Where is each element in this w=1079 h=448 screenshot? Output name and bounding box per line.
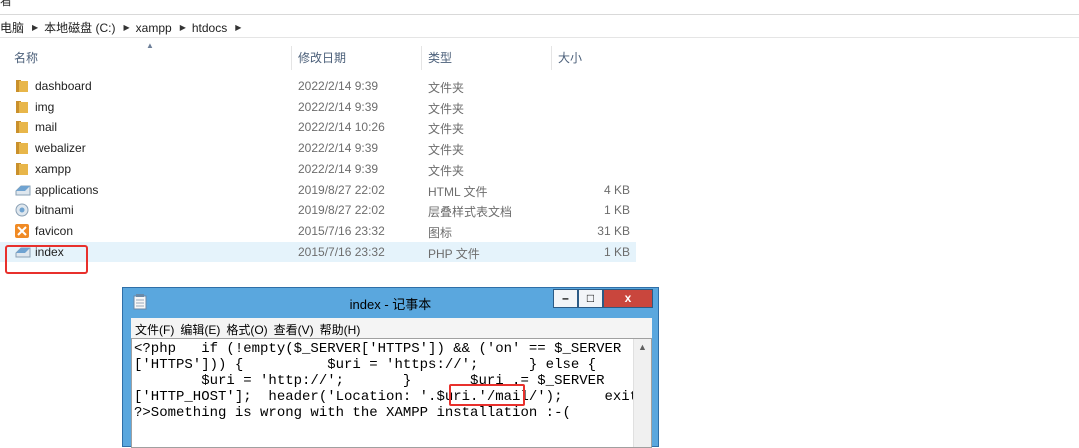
file-row[interactable]: index 2015/7/16 23:32 PHP 文件 1 KB bbox=[0, 241, 636, 262]
file-row[interactable]: bitnami 2019/8/27 22:02 层叠样式表文档 1 KB bbox=[0, 200, 636, 220]
menu-edit[interactable]: 编辑(E) bbox=[176, 318, 222, 338]
notepad-titlebar[interactable]: index - 记事本 – □ x bbox=[123, 288, 658, 316]
file-date: 2015/7/16 23:32 bbox=[298, 223, 385, 238]
file-name: img bbox=[35, 99, 55, 114]
window-title-fragment: 看 bbox=[0, 0, 13, 8]
notepad-menubar: 文件(F) 编辑(E) 格式(O) 查看(V) 帮助(H) bbox=[131, 318, 652, 338]
breadcrumb-item[interactable]: htdocs bbox=[192, 21, 231, 35]
notepad-window: index - 记事本 – □ x 文件(F) 编辑(E) 格式(O) 查看(V) 帮助… bbox=[122, 287, 659, 448]
file-size: 1 KB bbox=[603, 203, 630, 218]
file-name: xampp bbox=[35, 161, 72, 176]
breadcrumb-item[interactable]: xampp bbox=[136, 21, 176, 35]
file-row[interactable]: mail 2022/2/14 10:26 文件夹 bbox=[0, 117, 636, 137]
file-type: 文件夹 bbox=[428, 143, 465, 158]
minimize-button[interactable]: – bbox=[553, 289, 578, 308]
notepad-content[interactable]: <?php if (!empty($_SERVER['HTTPS']) && (… bbox=[134, 341, 646, 421]
file-row[interactable]: xampp 2022/2/14 9:39 文件夹 bbox=[0, 159, 636, 179]
file-row[interactable]: dashboard 2022/2/14 9:39 文件夹 bbox=[0, 76, 636, 96]
file-row[interactable]: applications 2019/8/27 22:02 HTML 文件 4 KB bbox=[0, 180, 636, 200]
file-type: 文件夹 bbox=[428, 122, 465, 137]
column-header-row: ▲ 名称 修改日期 类型 大小 bbox=[0, 41, 640, 70]
file-type: PHP 文件 bbox=[428, 246, 480, 261]
chevron-right-icon[interactable]: ▶ bbox=[176, 23, 192, 32]
menu-format[interactable]: 格式(O) bbox=[222, 318, 269, 338]
file-type: 文件夹 bbox=[428, 163, 465, 178]
css-file-icon bbox=[15, 203, 29, 217]
file-size: 31 KB bbox=[597, 223, 630, 238]
file-date: 2019/8/27 22:02 bbox=[298, 203, 385, 218]
file-name: webalizer bbox=[35, 141, 86, 156]
file-row[interactable]: favicon 2015/7/16 23:32 图标 31 KB bbox=[0, 221, 636, 241]
file-size: 4 KB bbox=[603, 182, 630, 197]
file-date: 2015/7/16 23:32 bbox=[298, 244, 385, 259]
vertical-scrollbar[interactable]: ▲ bbox=[633, 339, 651, 447]
file-row[interactable]: img 2022/2/14 9:39 文件夹 bbox=[0, 97, 636, 117]
file-size: 1 KB bbox=[603, 244, 630, 259]
column-header-type[interactable]: 类型 bbox=[422, 46, 552, 70]
file-type: 文件夹 bbox=[428, 81, 465, 95]
file-type: 图标 bbox=[428, 225, 453, 240]
column-header-name[interactable]: 名称 bbox=[8, 46, 292, 70]
file-name: bitnami bbox=[35, 203, 74, 218]
breadcrumb: 电脑 ▶ 本地磁盘 (C:) ▶ xampp ▶ htdocs ▶ bbox=[0, 19, 247, 36]
file-date: 2019/8/27 22:02 bbox=[298, 182, 385, 197]
breadcrumb-item[interactable]: 本地磁盘 (C:) bbox=[44, 19, 119, 36]
file-row[interactable]: webalizer 2022/2/14 9:39 文件夹 bbox=[0, 138, 636, 158]
file-name: applications bbox=[35, 182, 99, 197]
file-type: 层叠样式表文档 bbox=[428, 205, 513, 220]
breadcrumb-item[interactable]: 电脑 bbox=[0, 19, 28, 36]
folder-icon bbox=[15, 141, 29, 155]
highlight-box-mail-path bbox=[449, 384, 525, 406]
file-type: 文件夹 bbox=[428, 101, 465, 116]
folder-icon bbox=[15, 120, 29, 134]
xampp-ico-icon bbox=[15, 223, 29, 238]
column-header-size[interactable]: 大小 bbox=[552, 46, 640, 70]
file-date: 2022/2/14 9:39 bbox=[298, 141, 379, 156]
file-date: 2022/2/14 10:26 bbox=[298, 120, 385, 135]
column-header-date[interactable]: 修改日期 bbox=[292, 46, 422, 70]
notepad-text-area[interactable]: <?php if (!empty($_SERVER['HTTPS']) && (… bbox=[131, 338, 652, 448]
menu-view[interactable]: 查看(V) bbox=[270, 318, 316, 338]
file-date: 2022/2/14 9:39 bbox=[298, 99, 379, 114]
maximize-button[interactable]: □ bbox=[578, 289, 603, 308]
folder-icon bbox=[15, 79, 29, 93]
file-date: 2022/2/14 9:39 bbox=[298, 79, 379, 93]
file-date: 2022/2/14 9:39 bbox=[298, 161, 379, 176]
file-name: mail bbox=[35, 120, 58, 135]
folder-icon bbox=[15, 162, 29, 176]
html-file-icon bbox=[15, 183, 31, 197]
chevron-right-icon[interactable]: ▶ bbox=[231, 23, 247, 32]
close-button[interactable]: x bbox=[603, 289, 653, 308]
chevron-right-icon[interactable]: ▶ bbox=[120, 23, 136, 32]
highlight-box-index bbox=[5, 245, 88, 274]
address-bar[interactable]: 电脑 ▶ 本地磁盘 (C:) ▶ xampp ▶ htdocs ▶ bbox=[0, 14, 1079, 38]
menu-file[interactable]: 文件(F) bbox=[131, 318, 176, 338]
file-name: dashboard bbox=[35, 79, 92, 93]
file-name: favicon bbox=[35, 223, 74, 238]
file-type: HTML 文件 bbox=[428, 184, 488, 199]
folder-icon bbox=[15, 100, 29, 114]
chevron-right-icon[interactable]: ▶ bbox=[28, 23, 44, 32]
menu-help[interactable]: 帮助(H) bbox=[316, 318, 363, 338]
scroll-up-icon[interactable]: ▲ bbox=[638, 342, 647, 352]
